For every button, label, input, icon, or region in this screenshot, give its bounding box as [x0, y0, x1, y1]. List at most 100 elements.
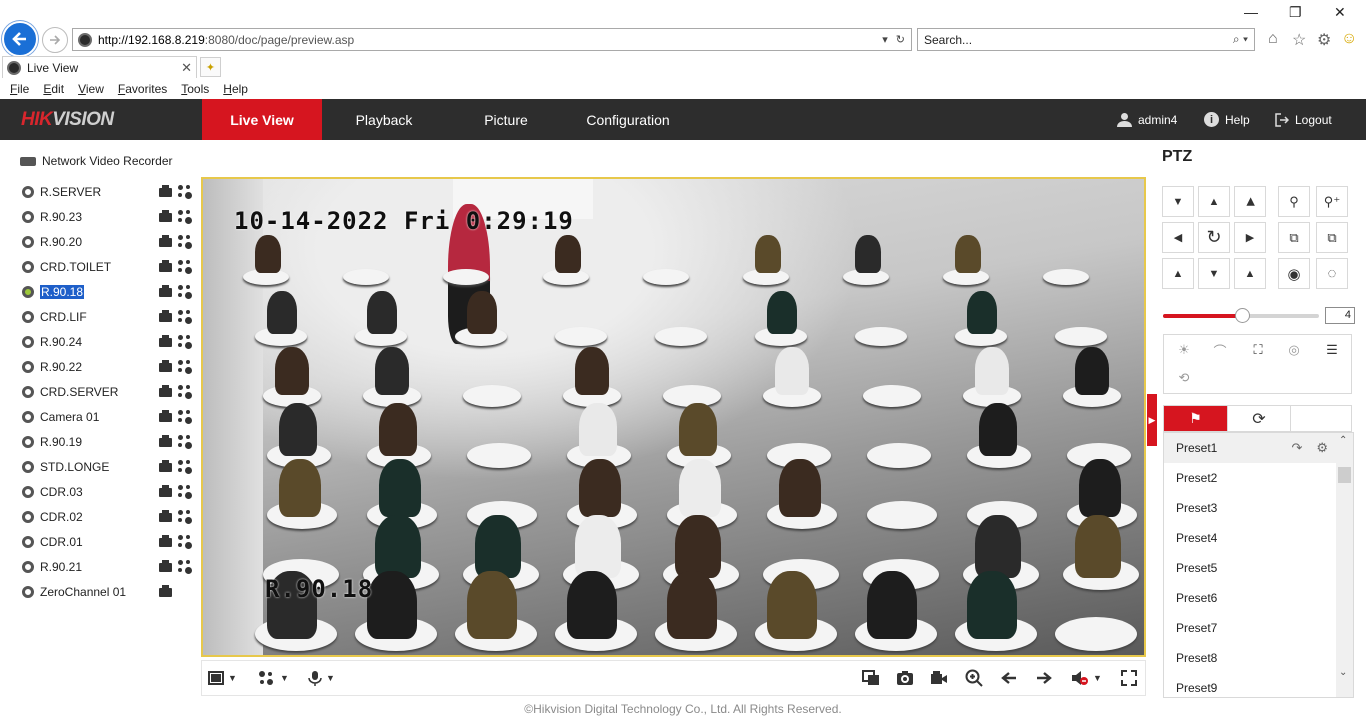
ptz-speed-value[interactable]: 4 — [1325, 307, 1355, 324]
camera-item[interactable]: R.90.23 — [22, 207, 192, 227]
stream-type-button[interactable]: ▼ — [258, 669, 289, 687]
live-video-view[interactable]: 10-14-2022 Fri 0:29:19 R.90.18 — [201, 177, 1146, 657]
ptz-speed-slider[interactable] — [1163, 308, 1319, 323]
ptz-right-button[interactable]: ▶ — [1234, 222, 1266, 253]
ptz-left-button[interactable]: ◀ — [1162, 222, 1194, 253]
start-recording-icon[interactable] — [158, 334, 172, 348]
stream-select-icon[interactable] — [178, 510, 192, 524]
start-recording-icon[interactable] — [158, 559, 172, 573]
tab-live-view[interactable]: Live View ✕ — [2, 56, 197, 78]
camera-item[interactable]: STD.LONGE — [22, 457, 192, 477]
menu-help[interactable]: Help — [223, 82, 248, 96]
collapse-ptz-button[interactable]: ▶ — [1147, 394, 1157, 446]
tab-preset[interactable]: ⚑ — [1164, 406, 1227, 431]
start-recording-icon[interactable] — [158, 209, 172, 223]
ptz-speed-handle[interactable] — [1235, 308, 1250, 323]
iris-open-button[interactable]: ◉ — [1278, 258, 1310, 289]
nav-configuration[interactable]: Configuration — [566, 99, 690, 140]
ptz-auto-button[interactable]: ↻ — [1198, 222, 1230, 253]
stream-select-icon[interactable] — [178, 460, 192, 474]
scroll-down-icon[interactable]: ⌄ — [1339, 667, 1347, 678]
stream-select-icon[interactable] — [178, 560, 192, 574]
stream-select-icon[interactable] — [178, 210, 192, 224]
camera-item[interactable]: CDR.03 — [22, 482, 192, 502]
preset-item[interactable]: Preset8 — [1164, 643, 1336, 673]
wiper-icon[interactable]: ⌒ — [1202, 338, 1238, 362]
new-tab-button[interactable]: ✦ — [200, 57, 221, 77]
digital-zoom-button[interactable] — [965, 669, 983, 687]
preset-scrollbar[interactable]: ⌃ ⌄ — [1336, 433, 1353, 697]
audio-talk-button[interactable]: ▼ — [308, 669, 335, 687]
logout-link[interactable]: Logout — [1275, 99, 1332, 140]
camera-item[interactable]: CRD.LIF — [22, 307, 192, 327]
forward-button[interactable] — [42, 27, 68, 53]
camera-item[interactable]: R.SERVER — [22, 182, 192, 202]
start-recording-icon[interactable] — [158, 534, 172, 548]
close-window-button[interactable]: ✕ — [1334, 4, 1346, 21]
refresh-icon[interactable]: ↻ — [896, 33, 905, 46]
capture-button[interactable] — [896, 669, 914, 687]
start-recording-icon[interactable] — [158, 509, 172, 523]
start-recording-icon[interactable] — [158, 234, 172, 248]
stream-select-icon[interactable] — [178, 260, 192, 274]
preset-item[interactable]: Preset1 ↷ ⚙ — [1164, 433, 1336, 463]
ptz-up-right-button[interactable]: ▶ — [1234, 186, 1266, 217]
fullscreen-button[interactable] — [1121, 669, 1137, 687]
zoom-in-button[interactable]: ⚲⁺ — [1316, 186, 1348, 217]
stream-select-icon[interactable] — [178, 310, 192, 324]
camera-item[interactable]: R.90.18 — [22, 282, 192, 302]
help-link[interactable]: i Help — [1204, 99, 1250, 140]
user-menu[interactable]: admin4 — [1117, 99, 1177, 140]
iris-close-button[interactable]: ◌ — [1316, 258, 1348, 289]
camera-item[interactable]: CRD.SERVER — [22, 382, 192, 402]
menu-view[interactable]: View — [78, 82, 104, 96]
smiley-feedback-icon[interactable]: ☺ — [1341, 30, 1357, 48]
nav-live-view[interactable]: Live View — [202, 99, 322, 140]
ptz-down-right-button[interactable]: ▲ — [1234, 258, 1266, 289]
stream-select-icon[interactable] — [178, 235, 192, 249]
ptz-up-button[interactable]: ▲ — [1198, 186, 1230, 217]
camera-item[interactable]: ZeroChannel 01 — [22, 582, 192, 602]
menu-favorites[interactable]: Favorites — [118, 82, 167, 96]
start-recording-icon[interactable] — [158, 259, 172, 273]
preset-item[interactable]: Preset6 — [1164, 583, 1336, 613]
tab-pattern[interactable] — [1290, 406, 1351, 431]
nav-picture[interactable]: Picture — [446, 99, 566, 140]
start-recording-icon[interactable] — [158, 359, 172, 373]
preset-item[interactable]: Preset5 — [1164, 553, 1336, 583]
menu-file[interactable]: File — [10, 82, 29, 96]
start-recording-icon[interactable] — [158, 584, 172, 598]
preset-item[interactable]: Preset4 — [1164, 523, 1336, 553]
camera-item[interactable]: CRD.TOILET — [22, 257, 192, 277]
call-preset-icon[interactable]: ↷ — [1291, 440, 1302, 456]
tree-root-nvr[interactable]: Network Video Recorder — [20, 154, 173, 168]
preset-item[interactable]: Preset3 — [1164, 493, 1336, 523]
focus-far-button[interactable]: ⧉ — [1316, 222, 1348, 253]
camera-item[interactable]: CDR.02 — [22, 507, 192, 527]
stream-select-icon[interactable] — [178, 335, 192, 349]
camera-item[interactable]: Camera 01 — [22, 407, 192, 427]
stream-select-icon[interactable] — [178, 285, 192, 299]
window-layout-button[interactable]: ▼ — [208, 669, 237, 687]
favorites-star-icon[interactable]: ☆ — [1292, 30, 1306, 50]
volume-button[interactable]: ▼ — [1071, 669, 1102, 687]
ptz-down-button[interactable]: ▼ — [1198, 258, 1230, 289]
preset-item[interactable]: Preset7 — [1164, 613, 1336, 643]
search-input[interactable]: Search... ⌕ ▾ — [917, 28, 1255, 51]
ptz-down-left-button[interactable]: ▲ — [1162, 258, 1194, 289]
previous-page-button[interactable] — [1001, 669, 1017, 687]
search-icon[interactable]: ⌕ ▾ — [1233, 32, 1254, 47]
next-page-button[interactable] — [1036, 669, 1052, 687]
ptz-up-left-button[interactable]: ▼ — [1162, 186, 1194, 217]
menu-edit[interactable]: Edit — [43, 82, 64, 96]
scroll-up-icon[interactable]: ⌃ — [1339, 435, 1347, 446]
tab-patrol[interactable]: ⟳ — [1227, 406, 1290, 431]
camera-item[interactable]: CDR.01 — [22, 532, 192, 552]
maximize-button[interactable]: ❐ — [1289, 4, 1302, 21]
address-bar[interactable]: http://192.168.8.219:8080/doc/page/previ… — [72, 28, 912, 51]
minimize-button[interactable]: — — [1244, 4, 1258, 20]
tab-close-icon[interactable]: ✕ — [181, 60, 192, 76]
start-recording-icon[interactable] — [158, 184, 172, 198]
camera-item[interactable]: R.90.19 — [22, 432, 192, 452]
address-dropdown-icon[interactable]: ▾ — [882, 33, 888, 46]
